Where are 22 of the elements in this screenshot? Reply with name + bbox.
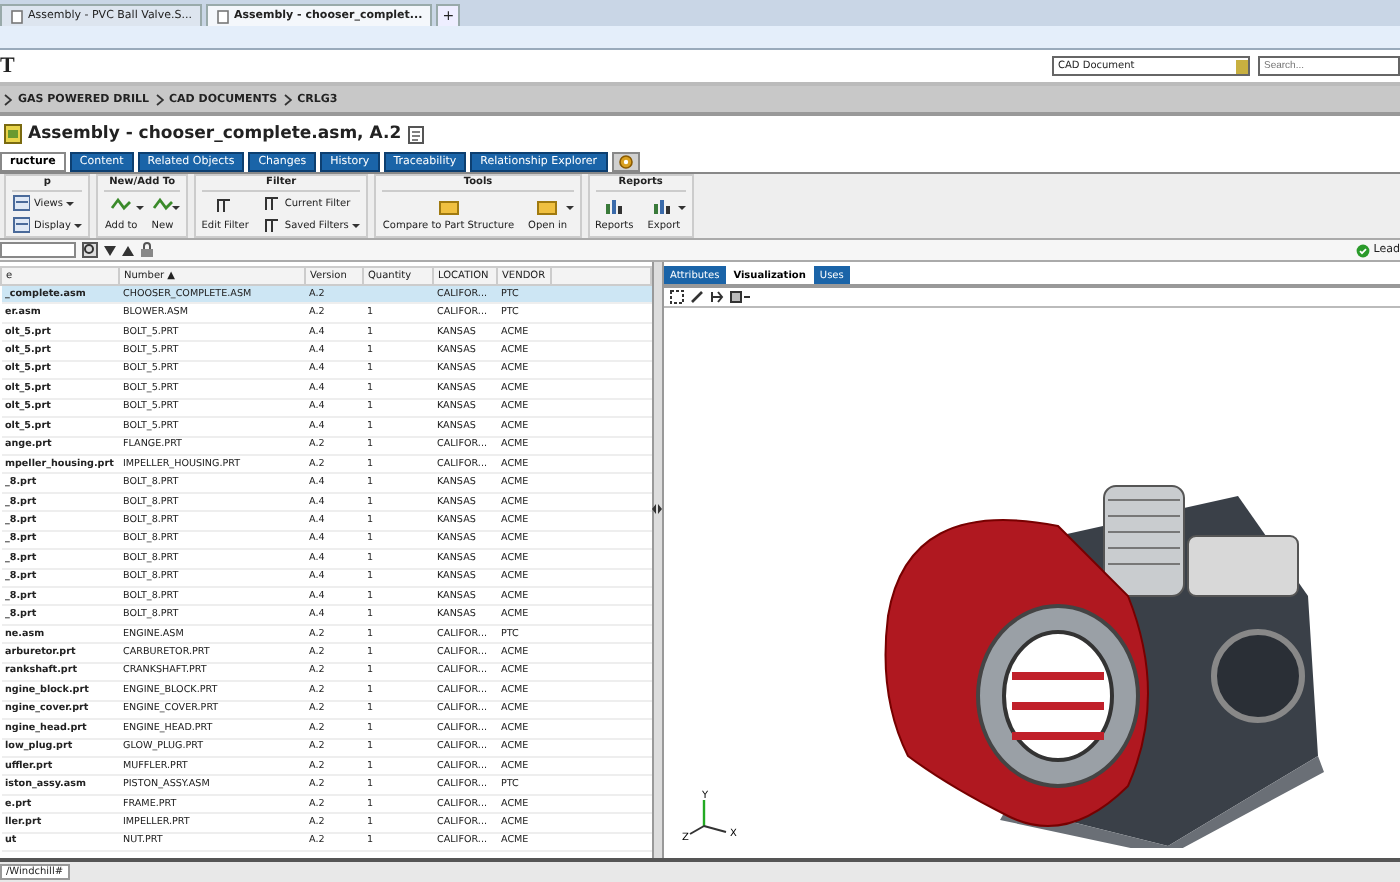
chevron-icon: [4, 93, 12, 105]
chevron-icon: [155, 93, 164, 105]
bar-chart-icon: [652, 196, 675, 216]
logo-text: T: [0, 54, 15, 78]
bar-chart-icon: [603, 196, 626, 216]
page-title: Assembly - chooser_complete.asm, A.2: [28, 124, 402, 144]
pencil-icon: [690, 290, 704, 304]
document-icon: [407, 125, 424, 143]
assembly-icon: [4, 124, 22, 144]
caret-icon: [104, 245, 116, 255]
gear-icon: [617, 154, 634, 170]
lock-icon: [140, 242, 154, 258]
window-icon: [12, 194, 30, 212]
settings-tab[interactable]: [611, 152, 640, 172]
page-icon: [215, 9, 230, 23]
selection-icon: [670, 290, 684, 304]
page-icon: [10, 9, 24, 23]
chevron-icon: [283, 93, 292, 105]
triangle-icon: [122, 245, 134, 255]
filter-field[interactable]: [0, 242, 76, 258]
address-bar[interactable]: [0, 26, 1400, 50]
window-icon: [12, 216, 30, 234]
